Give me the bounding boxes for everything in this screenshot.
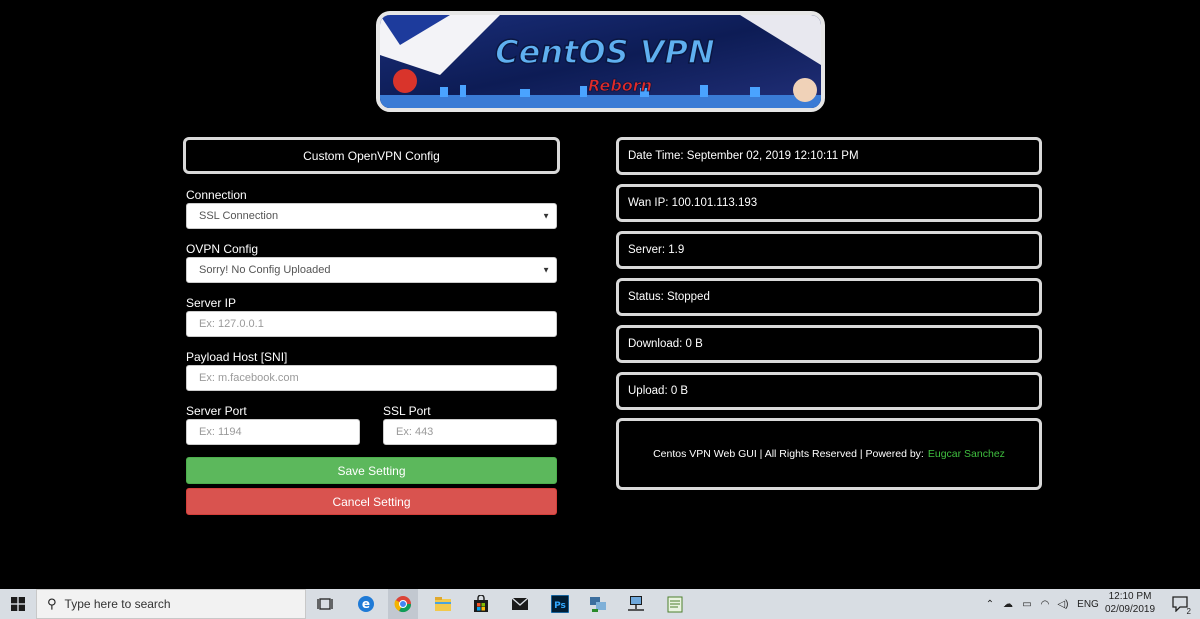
wifi-icon[interactable]: ◠ <box>1036 599 1054 610</box>
banner-title: CentOS VPN <box>495 33 715 71</box>
payload-host-input[interactable]: Ex: m.facebook.com <box>186 365 557 391</box>
connection-value: SSL Connection <box>199 210 279 222</box>
svg-text:e: e <box>362 597 370 611</box>
ssl-port-placeholder: Ex: 443 <box>396 426 434 438</box>
search-icon: ⚲ <box>47 596 57 611</box>
upload-status: Upload: 0 B <box>616 372 1042 410</box>
mail-icon[interactable] <box>505 589 535 619</box>
payload-host-placeholder: Ex: m.facebook.com <box>199 372 299 384</box>
server-ip-placeholder: Ex: 127.0.0.1 <box>199 318 264 330</box>
notification-center-icon[interactable]: 2 <box>1165 589 1195 619</box>
language-indicator[interactable]: ENG <box>1072 599 1104 610</box>
clock-time: 12:10 PM <box>1108 591 1152 602</box>
svg-text:Ps: Ps <box>554 601 566 611</box>
connection-status: Status: Stopped <box>616 278 1042 316</box>
ssl-port-label: SSL Port <box>383 404 431 418</box>
server-ip-label: Server IP <box>186 296 237 310</box>
task-view-icon[interactable] <box>310 589 340 619</box>
payload-host-label: Payload Host [SNI] <box>186 350 288 364</box>
footer-credits: Centos VPN Web GUI | All Rights Reserved… <box>616 418 1042 490</box>
windows-logo-icon <box>11 597 25 611</box>
file-explorer-icon[interactable] <box>428 589 458 619</box>
ovpn-config-value: Sorry! No Config Uploaded <box>199 264 331 276</box>
server-port-placeholder: Ex: 1194 <box>199 426 242 438</box>
volume-icon[interactable]: ◁) <box>1054 599 1072 610</box>
vpn-web-gui: CentOS VPN Reborn Custom OpenVPN Config … <box>0 0 1200 589</box>
chevron-down-icon: ▼ <box>542 265 550 275</box>
cancel-setting-button[interactable]: Cancel Setting <box>186 488 557 515</box>
photoshop-icon[interactable]: Ps <box>545 589 575 619</box>
network-disabled-icon[interactable]: ☁ <box>998 599 1018 610</box>
taskbar-search-box[interactable]: ⚲ Type here to search <box>36 589 306 619</box>
ovpn-config-label: OVPN Config <box>186 242 259 256</box>
ovpn-config-select[interactable]: Sorry! No Config Uploaded ▼ <box>186 257 557 283</box>
form-title: Custom OpenVPN Config <box>183 137 560 174</box>
footer-text: Centos VPN Web GUI | All Rights Reserved… <box>653 448 924 460</box>
chrome-icon[interactable] <box>388 589 418 619</box>
system-tray: ⌃ ☁ ▭ ◠ ◁) ENG <box>982 589 1104 619</box>
storage-icon[interactable]: ▭ <box>1018 599 1036 610</box>
taskbar-clock[interactable]: 12:10 PM 02/09/2019 <box>1104 590 1156 616</box>
clock-date: 02/09/2019 <box>1104 604 1156 615</box>
server-ip-input[interactable]: Ex: 127.0.0.1 <box>186 311 557 337</box>
edge-icon[interactable]: e <box>351 589 381 619</box>
notification-count: 2 <box>1186 607 1191 616</box>
banner-subtitle: Reborn <box>588 76 652 95</box>
download-status: Download: 0 B <box>616 325 1042 363</box>
server-port-input[interactable]: Ex: 1194 <box>186 419 360 445</box>
save-setting-button[interactable]: Save Setting <box>186 457 557 484</box>
notepad-icon[interactable] <box>660 589 690 619</box>
ssl-port-input[interactable]: Ex: 443 <box>383 419 557 445</box>
chevron-up-icon[interactable]: ⌃ <box>982 599 998 610</box>
network-tool-icon[interactable] <box>583 589 613 619</box>
banner-logo: CentOS VPN Reborn <box>376 11 825 112</box>
connection-select[interactable]: SSL Connection ▼ <box>186 203 557 229</box>
start-button[interactable] <box>0 589 36 619</box>
store-icon[interactable] <box>466 589 496 619</box>
author-link[interactable]: Eugcar Sanchez <box>928 448 1005 460</box>
search-placeholder: Type here to search <box>64 597 171 611</box>
wan-ip-status: Wan IP: 100.101.113.193 <box>616 184 1042 222</box>
datetime-status: Date Time: September 02, 2019 12:10:11 P… <box>616 137 1042 175</box>
chevron-down-icon: ▼ <box>542 211 550 221</box>
server-version-status: Server: 1.9 <box>616 231 1042 269</box>
remote-desktop-icon[interactable] <box>621 589 651 619</box>
server-port-label: Server Port <box>186 404 247 418</box>
connection-label: Connection <box>186 188 247 202</box>
